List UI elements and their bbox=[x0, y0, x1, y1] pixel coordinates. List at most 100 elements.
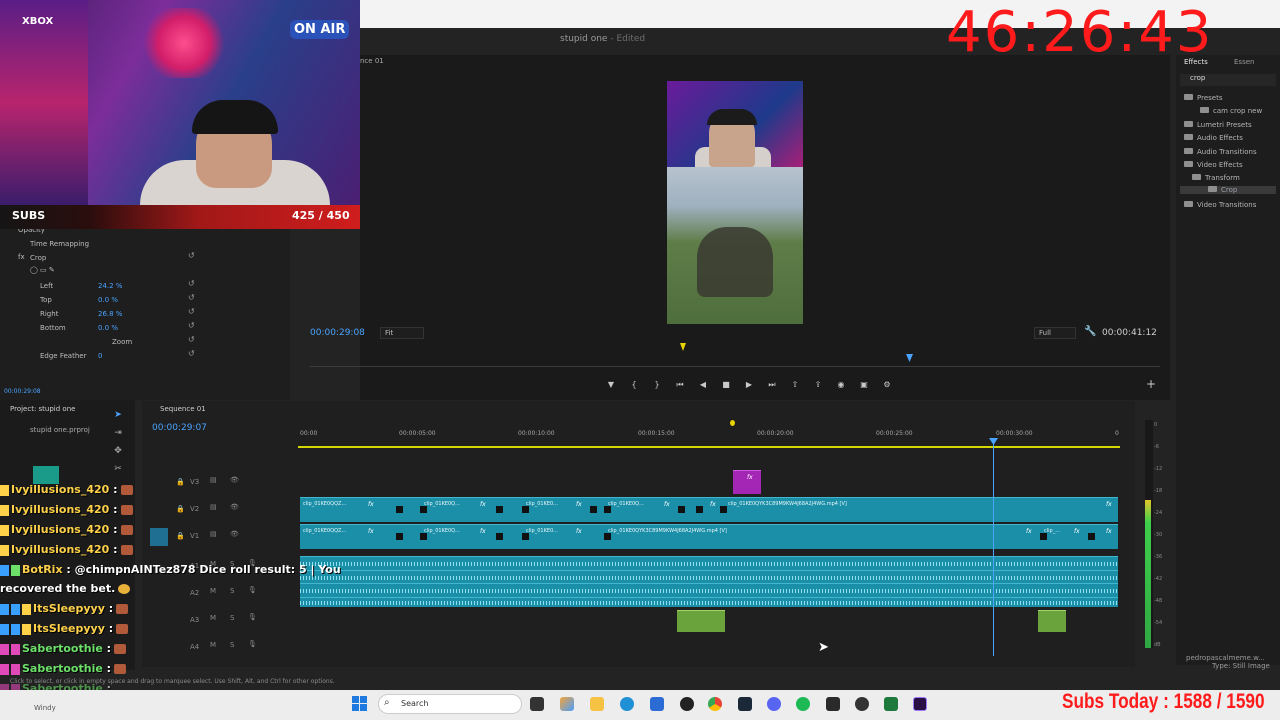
a1-audio-clip-lower[interactable] bbox=[300, 570, 1118, 584]
reset-icon[interactable]: ↺ bbox=[188, 307, 195, 316]
ripple-edit-icon[interactable]: ✥ bbox=[112, 446, 124, 458]
media-player-icon[interactable] bbox=[855, 697, 869, 711]
tree-video-transitions[interactable]: Video Transitions bbox=[1184, 201, 1256, 209]
tree-transform[interactable]: Transform bbox=[1192, 174, 1240, 182]
crop-top-value[interactable]: 0.0 % bbox=[98, 296, 118, 304]
compare-icon[interactable]: ▣ bbox=[858, 379, 870, 391]
razor-tool-icon[interactable]: ✂ bbox=[112, 464, 124, 476]
v2-clip-track[interactable]: clip_01KE0QQZ... fx clip_01KE0Q... fx cl… bbox=[300, 497, 1118, 522]
reset-icon[interactable]: ↺ bbox=[188, 335, 195, 344]
chat-message: recovered the bet. bbox=[0, 582, 131, 600]
add-marker-icon[interactable]: ▼ bbox=[605, 379, 617, 391]
mask-tools[interactable]: ◯ ▭ ✎ bbox=[30, 266, 55, 274]
chrome-icon[interactable] bbox=[708, 697, 722, 711]
extract-icon[interactable]: ⇪ bbox=[812, 379, 824, 391]
obs-icon[interactable] bbox=[680, 697, 694, 711]
preview-gameplay bbox=[667, 167, 803, 324]
chat-user: Ivyillusions_420 bbox=[11, 503, 110, 516]
fx-row-crop[interactable]: Crop bbox=[30, 254, 46, 262]
add-button[interactable]: + bbox=[1146, 377, 1156, 391]
reset-icon[interactable]: ↺ bbox=[188, 293, 195, 302]
badge-icon bbox=[0, 623, 9, 635]
fx-row-top: Top bbox=[40, 296, 52, 304]
tick-label: 00:00:30:00 bbox=[996, 430, 1033, 437]
project-tab[interactable]: Project: stupid one bbox=[10, 405, 75, 413]
file-explorer-icon[interactable] bbox=[590, 697, 604, 711]
tree-cam-crop-new[interactable]: cam crop new bbox=[1200, 107, 1262, 115]
spotify-icon[interactable] bbox=[796, 697, 810, 711]
screen: stupid one - Edited nce 01 00:00:29:08 F… bbox=[0, 0, 1280, 720]
edit-point bbox=[522, 533, 529, 540]
mark-out-icon[interactable]: } bbox=[651, 379, 663, 391]
task-view-icon[interactable] bbox=[530, 697, 544, 711]
reset-icon[interactable]: ↺ bbox=[188, 251, 195, 260]
audio-clip-thumbnail[interactable] bbox=[33, 466, 59, 484]
steam-icon[interactable] bbox=[738, 697, 752, 711]
windows-start-icon[interactable] bbox=[352, 696, 368, 712]
edge-feather-value[interactable]: 0 bbox=[98, 352, 102, 360]
crop-right-value[interactable]: 26.8 % bbox=[98, 310, 122, 318]
effects-search-input[interactable]: crop bbox=[1180, 74, 1276, 86]
work-area-bar[interactable] bbox=[298, 446, 1120, 448]
timeline-sequence-tab[interactable]: Sequence 01 bbox=[160, 405, 206, 413]
taskbar-search[interactable]: Search bbox=[378, 694, 522, 714]
go-to-out-icon[interactable]: ⏭ bbox=[766, 379, 778, 391]
program-sequence-tab[interactable]: nce 01 bbox=[360, 57, 384, 65]
a3-sfx-clip[interactable] bbox=[677, 610, 725, 632]
fit-dropdown[interactable]: Fit bbox=[380, 327, 424, 339]
settings-icon[interactable]: ⚙ bbox=[881, 379, 893, 391]
crop-bottom-value[interactable]: 0.0 % bbox=[98, 324, 118, 332]
chat-message: Ivyillusions_420 : bbox=[0, 483, 133, 501]
reset-icon[interactable]: ↺ bbox=[188, 321, 195, 330]
timeline-timecode[interactable]: 00:00:29:07 bbox=[152, 423, 207, 433]
track-select-icon[interactable]: ⇥ bbox=[112, 428, 124, 440]
tree-lumetri-presets[interactable]: Lumetri Presets bbox=[1184, 121, 1252, 129]
v3-title-clip[interactable]: fx bbox=[733, 470, 761, 494]
v1-clip-track[interactable]: clip_01KE0QQZ... fx clip_01KE0Q... fx cl… bbox=[300, 524, 1118, 549]
wrench-icon[interactable]: 🔧 bbox=[1084, 326, 1096, 337]
tab-essential[interactable]: Essen bbox=[1234, 58, 1254, 66]
program-scrubber[interactable] bbox=[310, 366, 1160, 367]
weather-widget[interactable]: Windy bbox=[34, 704, 56, 712]
selection-tool-icon[interactable]: ➤ bbox=[112, 410, 124, 422]
timeline-marker[interactable] bbox=[730, 420, 735, 426]
fx-row-zoom[interactable]: Zoom bbox=[112, 338, 132, 346]
project-file[interactable]: stupid one.prproj bbox=[30, 426, 90, 434]
excel-icon[interactable] bbox=[884, 697, 898, 711]
fx-row-time-remap[interactable]: Time Remapping bbox=[30, 240, 89, 248]
xbox-app-icon[interactable] bbox=[826, 697, 840, 711]
program-preview bbox=[667, 81, 803, 324]
go-to-in-icon[interactable]: ⏮ bbox=[674, 379, 686, 391]
a3-sfx-clip-2[interactable] bbox=[1038, 610, 1066, 632]
resolution-dropdown[interactable]: Full bbox=[1034, 327, 1076, 339]
edit-point bbox=[396, 506, 403, 513]
tree-presets[interactable]: Presets bbox=[1184, 94, 1222, 102]
step-back-icon[interactable]: ◀ bbox=[697, 379, 709, 391]
a2-audio-clip-lower[interactable] bbox=[300, 597, 1118, 607]
tree-video-effects[interactable]: Video Effects bbox=[1184, 161, 1243, 169]
store-icon[interactable] bbox=[650, 697, 664, 711]
tree-audio-transitions[interactable]: Audio Transitions bbox=[1184, 148, 1257, 156]
discord-icon[interactable] bbox=[767, 697, 781, 711]
premiere-pro-icon[interactable] bbox=[913, 697, 927, 711]
stop-icon[interactable]: ■ bbox=[720, 379, 732, 391]
webcam-overlay: ON AIR XBOX bbox=[0, 0, 360, 205]
a2-audio-clip[interactable] bbox=[300, 583, 1118, 597]
step-forward-icon[interactable]: ▶ bbox=[743, 379, 755, 391]
reset-icon[interactable]: ↺ bbox=[188, 279, 195, 288]
camera-icon[interactable]: ◉ bbox=[835, 379, 847, 391]
program-timecode[interactable]: 00:00:29:08 bbox=[310, 328, 365, 338]
meter-label: -30 bbox=[1154, 532, 1163, 538]
fx-timecode[interactable]: 00:00:29:08 bbox=[4, 388, 41, 395]
copilot-icon[interactable] bbox=[560, 697, 574, 711]
lift-icon[interactable]: ⇧ bbox=[789, 379, 801, 391]
a1-audio-clip[interactable] bbox=[300, 556, 1118, 570]
reset-icon[interactable]: ↺ bbox=[188, 349, 195, 358]
tree-crop[interactable]: Crop bbox=[1180, 186, 1276, 194]
tree-audio-effects[interactable]: Audio Effects bbox=[1184, 134, 1243, 142]
edge-icon[interactable] bbox=[620, 697, 634, 711]
timeline-ruler[interactable]: 00:00 00:00:05:00 00:00:10:00 00:00:15:0… bbox=[298, 428, 1120, 444]
mark-in-icon[interactable]: { bbox=[628, 379, 640, 391]
badge-icon bbox=[11, 643, 20, 655]
crop-left-value[interactable]: 24.2 % bbox=[98, 282, 122, 290]
